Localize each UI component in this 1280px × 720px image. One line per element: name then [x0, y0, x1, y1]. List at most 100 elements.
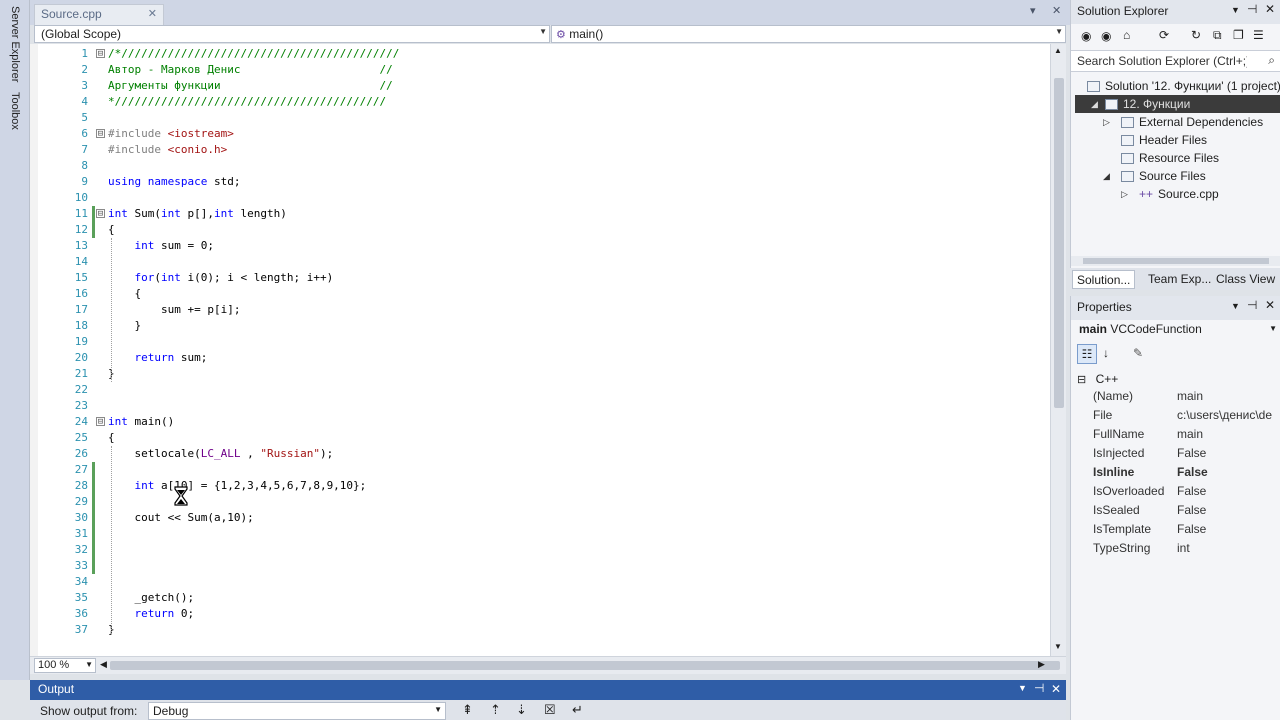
code-line[interactable]: 7 #include <conio.h> — [30, 142, 1050, 158]
zoom-dropdown[interactable]: 100 % ▼ — [34, 658, 96, 673]
code-line[interactable]: 5 — [30, 110, 1050, 126]
code-line[interactable]: 17 sum += p[i]; — [30, 302, 1050, 318]
tab-dropdown-icon[interactable]: ▾ — [1030, 4, 1036, 17]
code-line[interactable]: 1 ⊟/*////////////////////////////////////… — [30, 46, 1050, 62]
code-line[interactable]: 23 — [30, 398, 1050, 414]
outline-collapse-icon[interactable]: ⊟ — [96, 49, 105, 59]
code-line[interactable]: 27 — [30, 462, 1050, 478]
code-line[interactable]: 34 — [30, 574, 1050, 590]
vertical-scrollbar[interactable]: ▲ ▼ — [1050, 44, 1066, 656]
code-line[interactable]: 11 ⊟ int Sum(int p[],int length) — [30, 206, 1050, 222]
code-line[interactable]: 13 int sum = 0; — [30, 238, 1050, 254]
next-message-icon[interactable]: ⇣ — [516, 702, 527, 718]
tree-header-files[interactable]: Header Files — [1121, 131, 1207, 149]
tab-team-explorer[interactable]: Team Exp... — [1144, 270, 1215, 289]
scroll-left-icon[interactable]: ◀ — [100, 659, 107, 670]
code-line[interactable]: 10 — [30, 190, 1050, 206]
toolbox-tab[interactable]: Toolbox — [9, 92, 21, 130]
property-pages-icon[interactable]: ✎ — [1133, 346, 1143, 360]
output-source-dropdown[interactable]: Debug ▼ — [148, 702, 446, 720]
find-message-icon[interactable]: ⇞ — [462, 702, 473, 718]
code-line[interactable]: 8 — [30, 158, 1050, 174]
code-line[interactable]: 15 for(int i(0); i < length; i++) — [30, 270, 1050, 286]
alphabetical-icon[interactable]: ↓ — [1103, 346, 1109, 360]
code-line[interactable]: 16 { — [30, 286, 1050, 302]
code-line[interactable]: 2 Автор - Марков Денис // — [30, 62, 1050, 78]
tab-solution[interactable]: Solution... — [1072, 270, 1136, 289]
dropdown-icon[interactable]: ▼ — [1231, 301, 1240, 311]
property-row[interactable]: File c:\users\денис\de — [1093, 406, 1280, 425]
close-icon[interactable]: ✕ — [1265, 298, 1275, 312]
code-line[interactable]: 4 *//////////////////////////////////////… — [30, 94, 1050, 110]
property-row[interactable]: (Name) main — [1093, 387, 1280, 406]
property-row[interactable]: IsInline False — [1093, 463, 1280, 482]
pin-icon[interactable]: ⊣ — [1247, 298, 1257, 312]
code-line[interactable]: 19 — [30, 334, 1050, 350]
tree-resource-files[interactable]: Resource Files — [1121, 149, 1219, 167]
expand-arrow-icon[interactable]: ▷ — [1103, 113, 1110, 131]
collapse-icon[interactable]: ⊟ — [1077, 374, 1086, 386]
scroll-thumb[interactable] — [1054, 78, 1064, 408]
close-icon[interactable]: ✕ — [148, 7, 157, 20]
search-icon[interactable]: ⌕ — [1268, 53, 1275, 68]
code-line[interactable]: 12 { — [30, 222, 1050, 238]
close-icon[interactable]: ✕ — [1265, 2, 1275, 16]
code-line[interactable]: 14 — [30, 254, 1050, 270]
prev-message-icon[interactable]: ⇡ — [490, 702, 501, 718]
refresh-icon[interactable]: ↻ — [1191, 28, 1201, 42]
back-icon[interactable]: ◉ — [1081, 29, 1091, 43]
code-line[interactable]: 9 using namespace std; — [30, 174, 1050, 190]
close-icon[interactable]: ✕ — [1051, 682, 1061, 696]
tab-class-view[interactable]: Class View — [1212, 270, 1279, 289]
tree-source-cpp[interactable]: ▷ ++ Source.cpp — [1121, 185, 1219, 203]
tree-external-dependencies[interactable]: ▷ External Dependencies — [1103, 113, 1263, 131]
expand-arrow-icon[interactable]: ▷ — [1121, 185, 1128, 203]
tree-project[interactable]: ◢ 12. Функции — [1075, 95, 1280, 113]
code-line[interactable]: 20 return sum; — [30, 350, 1050, 366]
code-line[interactable]: 36 return 0; — [30, 606, 1050, 622]
forward-icon[interactable]: ◉ — [1101, 29, 1111, 43]
code-line[interactable]: 22 — [30, 382, 1050, 398]
property-row[interactable]: IsOverloaded False — [1093, 482, 1280, 501]
code-line[interactable]: 33 — [30, 558, 1050, 574]
scroll-up-icon[interactable]: ▲ — [1054, 46, 1062, 55]
property-row[interactable]: IsTemplate False — [1093, 520, 1280, 539]
object-selector[interactable]: main VCCodeFunction ▼ — [1071, 320, 1280, 340]
property-row[interactable]: IsInjected False — [1093, 444, 1280, 463]
dropdown-icon[interactable]: ▼ — [1231, 5, 1240, 15]
code-line[interactable]: 30 cout << Sum(a,10); — [30, 510, 1050, 526]
word-wrap-icon[interactable]: ↵ — [572, 702, 583, 718]
sync-icon[interactable]: ⟳ — [1159, 28, 1169, 42]
code-line[interactable]: 32 — [30, 542, 1050, 558]
tab-source-cpp[interactable]: Source.cpp ✕ — [34, 4, 164, 25]
show-all-files-icon[interactable]: ❐ — [1233, 28, 1244, 42]
code-line[interactable]: 18 } — [30, 318, 1050, 334]
code-editor[interactable]: 1 ⊟/*////////////////////////////////////… — [30, 44, 1050, 656]
code-line[interactable]: 37} — [30, 622, 1050, 638]
collapse-all-icon[interactable]: ⧉ — [1213, 28, 1222, 43]
collapse-arrow-icon[interactable]: ◢ — [1091, 95, 1098, 113]
member-dropdown[interactable]: ⚙ main() ▼ — [551, 25, 1066, 43]
scroll-thumb[interactable] — [1083, 258, 1269, 264]
clear-all-icon[interactable]: ☒ — [544, 702, 556, 718]
tree-solution[interactable]: Solution '12. Функции' (1 project) — [1087, 77, 1280, 95]
solution-search-input[interactable]: Search Solution Explorer (Ctrl+;) ⌕ — [1071, 50, 1280, 72]
se-horizontal-scrollbar[interactable] — [1071, 256, 1280, 266]
code-line[interactable]: 26 setlocale(LC_ALL , "Russian"); — [30, 446, 1050, 462]
code-line[interactable]: 21} — [30, 366, 1050, 382]
code-line[interactable]: 24 ⊟ int main() — [30, 414, 1050, 430]
collapse-arrow-icon[interactable]: ◢ — [1103, 167, 1110, 185]
close-all-icon[interactable]: ✕ — [1052, 4, 1061, 17]
tree-source-files[interactable]: ◢ Source Files — [1103, 167, 1206, 185]
scroll-down-icon[interactable]: ▼ — [1054, 642, 1062, 651]
outline-collapse-icon[interactable]: ⊟ — [96, 129, 105, 139]
scope-dropdown[interactable]: (Global Scope) ▼ — [34, 25, 550, 43]
outline-collapse-icon[interactable]: ⊟ — [96, 209, 105, 219]
server-explorer-tab[interactable]: Server Explorer — [9, 6, 21, 82]
dropdown-icon[interactable]: ▼ — [1018, 683, 1027, 693]
property-row[interactable]: FullName main — [1093, 425, 1280, 444]
code-line[interactable]: 31 — [30, 526, 1050, 542]
code-line[interactable]: 35 _getch(); — [30, 590, 1050, 606]
home-icon[interactable]: ⌂ — [1123, 28, 1130, 42]
scroll-right-icon[interactable]: ▶ — [1038, 659, 1045, 670]
